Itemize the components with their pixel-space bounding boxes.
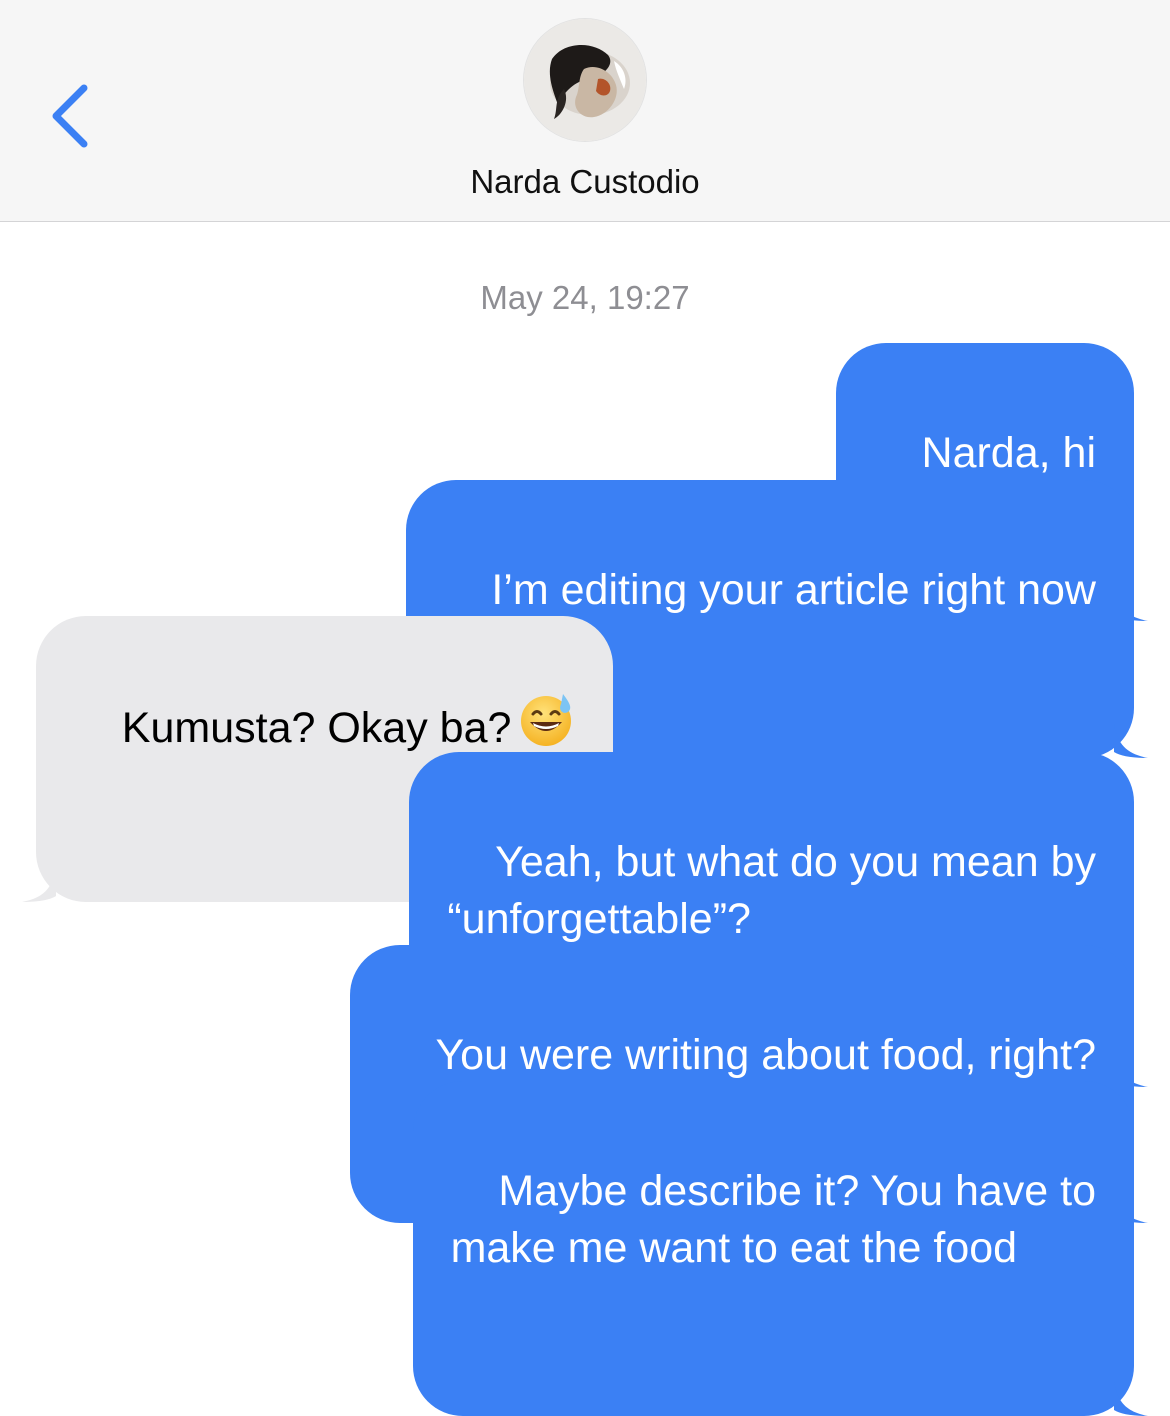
outgoing-message-bubble[interactable]: Maybe describe it? You have to make me w… [412,1081,1148,1416]
message-text: Maybe describe it? You have to make me w… [450,1167,1096,1272]
chevron-left-icon [52,84,88,148]
contact-avatar[interactable] [524,19,646,141]
bubble-tail [1114,1382,1148,1416]
message-text: Narda, hi [921,429,1096,477]
bubble-tail [22,868,56,902]
conversation-header: Narda Custodio [0,0,1170,222]
message-text: You were writing about food, right? [435,1031,1096,1079]
avatar-photo [524,19,646,141]
message-text: Yeah, but what do you mean by “unforgett… [447,838,1096,943]
back-button[interactable] [44,78,104,154]
contact-name[interactable]: Narda Custodio [0,163,1170,201]
thread-timestamp: May 24, 19:27 [480,279,690,316]
message-text: Kumusta? Okay ba? [121,703,512,752]
message-row: Maybe describe it? You have to make me w… [412,1081,1148,1416]
message-text: I’m editing your article right now [491,566,1096,614]
